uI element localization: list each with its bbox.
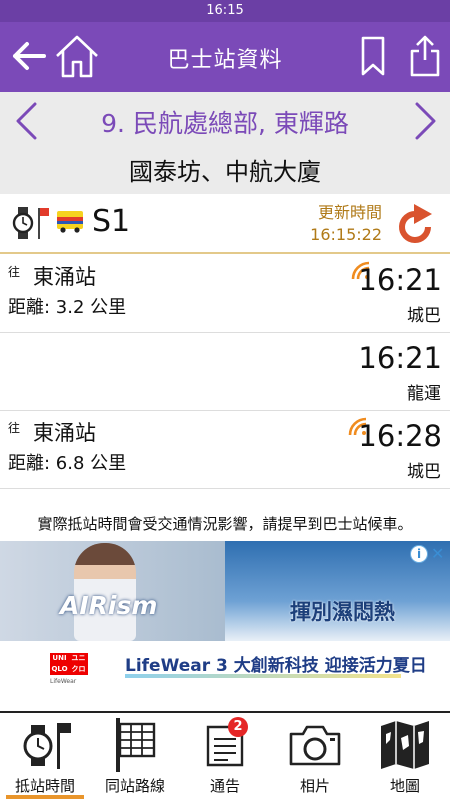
arrival-row[interactable]: 往 東涌站 距離: 3.2 公里 16:21 城巴 <box>0 255 450 333</box>
distance: 距離: 6.8 公里 <box>8 453 127 474</box>
route-header: S1 更新時間 16:15:22 <box>0 194 450 254</box>
ad-tagline: LifeWear 3 大創新科技 迎接活力夏日 <box>125 656 427 676</box>
tab-label: 同站路線 <box>104 777 165 795</box>
status-bar: 16:15 <box>0 0 450 22</box>
traffic-notice: 實際抵站時間會受交通情況影響，請提早到巴士站候車。 <box>37 515 413 533</box>
tab-map[interactable]: 地圖 <box>360 713 450 800</box>
stop-flag-icon <box>38 208 49 239</box>
tab-same-stop-routes[interactable]: 同站路線 <box>90 713 180 800</box>
bus-company: 城巴 <box>407 462 441 482</box>
ad-banner[interactable]: AIRism 揮別濕悶熱 i ✕ UNI QLO ユニクロ LifeWear Li… <box>0 541 450 711</box>
station-name: 9. 民航處總部, 東輝路 <box>101 109 349 138</box>
bus-company: 龍運 <box>407 384 441 404</box>
route-board-icon <box>116 718 156 772</box>
eta-time: 16:21 <box>358 341 442 375</box>
station-bar: 9. 民航處總部, 東輝路 <box>0 92 450 150</box>
arrival-row[interactable]: 往 東涌站 距離: 6.8 公里 16:28 城巴 <box>0 411 450 489</box>
update-info: 更新時間 16:15:22 <box>290 202 382 246</box>
chevron-left-icon <box>16 102 37 140</box>
bus-company: 城巴 <box>407 306 441 326</box>
map-icon <box>381 721 429 769</box>
eta-time: 16:28 <box>358 419 442 453</box>
refresh-icon <box>399 204 432 243</box>
logo-text: QLO <box>51 665 68 673</box>
bus-icon <box>57 211 83 233</box>
route-number: S1 <box>92 204 131 239</box>
direction-label: 往 <box>8 265 21 279</box>
uniqlo-logo-left: UNI QLO <box>50 653 69 675</box>
navbar: 巴士站資料 <box>0 22 450 92</box>
ad-stripe <box>125 674 401 678</box>
camera-icon <box>289 725 341 766</box>
bookmark-button[interactable] <box>348 30 398 82</box>
next-stop-button[interactable] <box>406 100 446 142</box>
tab-notices[interactable]: 2 通告 <box>180 713 270 800</box>
tab-label: 地圖 <box>389 777 420 795</box>
update-label: 更新時間 <box>317 203 382 222</box>
share-button[interactable] <box>400 30 450 82</box>
stop-name: 國泰坊、中航大廈 <box>0 150 450 194</box>
share-icon <box>410 35 440 77</box>
tab-label: 相片 <box>299 777 330 795</box>
uniqlo-logo: UNI QLO ユニクロ <box>50 653 88 675</box>
tab-label: 抵站時間 <box>14 777 75 795</box>
lifewear-small: LifeWear <box>50 678 77 685</box>
ad-info-icon[interactable]: i <box>410 545 428 563</box>
eta-time: 16:21 <box>358 263 442 297</box>
direction-label: 往 <box>8 421 21 435</box>
update-time: 16:15:22 <box>310 225 382 244</box>
destination: 東涌站 <box>33 265 96 289</box>
tab-bar: 抵站時間 同站路線 2 通告 相片 地圖 <box>0 711 450 800</box>
previous-stop-button[interactable] <box>6 100 46 142</box>
destination: 東涌站 <box>33 421 96 445</box>
arrival-row[interactable]: 16:21 龍運 <box>0 333 450 411</box>
logo-text: ユニ <box>71 654 86 662</box>
refresh-button[interactable] <box>396 202 438 250</box>
notification-badge: 2 <box>228 717 248 737</box>
tab-label: 通告 <box>209 777 240 795</box>
watch-icon <box>12 207 34 239</box>
status-time: 16:15 <box>206 3 244 18</box>
logo-text: クロ <box>71 665 86 673</box>
ad-headline: 揮別濕悶熱 <box>290 600 395 624</box>
bookmark-icon <box>361 36 385 76</box>
watch-stop-icon <box>23 723 71 769</box>
ad-close-button[interactable]: ✕ <box>431 545 447 563</box>
logo-text: UNI <box>52 654 67 662</box>
ad-brand: AIRism <box>60 591 158 620</box>
tab-arrival-time[interactable]: 抵站時間 <box>0 713 90 800</box>
uniqlo-logo-right: ユニ クロ <box>69 653 88 675</box>
tab-photos[interactable]: 相片 <box>270 713 360 800</box>
active-tab-indicator <box>6 795 84 799</box>
distance: 距離: 3.2 公里 <box>8 297 127 318</box>
chevron-right-icon <box>415 102 436 140</box>
